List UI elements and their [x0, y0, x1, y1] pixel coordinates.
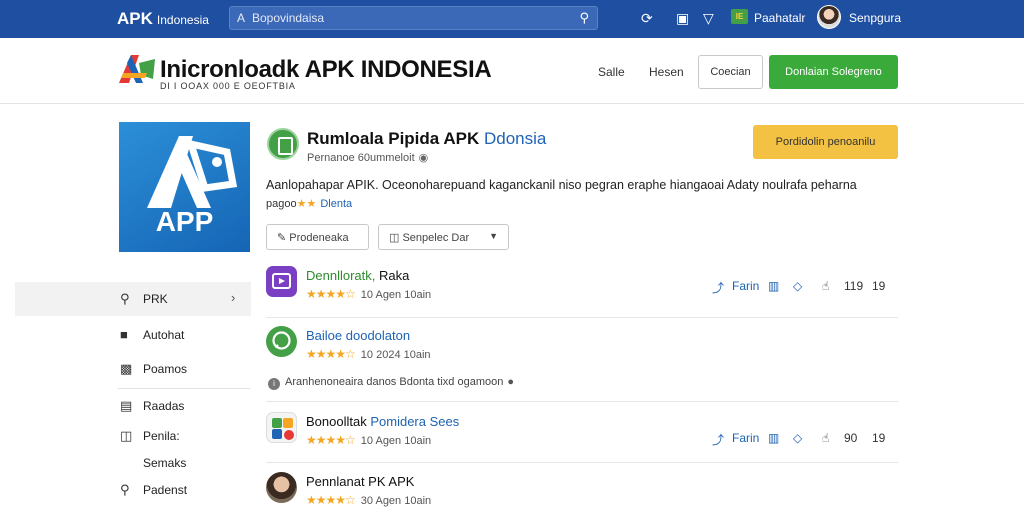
sidebar-item-poamos[interactable]: ▩ Poamos	[15, 352, 251, 386]
tag-icon[interactable]: ◇	[793, 431, 802, 445]
list-item[interactable]: Bailoe doodolaton ★★★★☆ 10 2024 10ain	[266, 326, 898, 366]
refresh-icon[interactable]: ⟳	[641, 10, 653, 27]
sidebar-item-autohat[interactable]: ■ Autohat	[15, 318, 251, 352]
app-badge-icon	[267, 128, 299, 160]
like-icon[interactable]: ☝	[822, 431, 829, 445]
inbox-icon: ▩	[120, 361, 133, 376]
list-item[interactable]: Pennlanat PK APK ★★★★☆ 30 Agen 10ain	[266, 472, 898, 512]
app-logo-icon	[147, 136, 238, 208]
brand-logo-text[interactable]: APK Indonesia	[117, 9, 209, 29]
sidebar-sub-label[interactable]: Semaks	[143, 456, 186, 470]
share-icon[interactable]: ⤴	[712, 279, 724, 296]
app-subtitle: Pernanoe 60ummeloit ◉	[307, 152, 429, 164]
top-bar: APKIndonesia A ⚲ ⟳ ▣ ▽ IE Paahatalr Senp…	[0, 0, 1024, 38]
pencil-icon: ✎	[277, 231, 287, 244]
comment-count: 19	[872, 279, 886, 293]
chart-icon[interactable]: ▥	[768, 279, 779, 293]
share-button[interactable]: ✎ Prodeneaka	[266, 224, 369, 250]
like-count: 90	[844, 431, 858, 445]
row-divider	[266, 462, 898, 463]
filter-icon: ◫	[389, 231, 400, 244]
list-item-name[interactable]: Bailoe doodolaton	[306, 328, 410, 343]
app-video-icon	[266, 266, 297, 297]
row-divider	[266, 401, 898, 402]
primary-download-button[interactable]: Donlaian Solegreno	[769, 55, 898, 89]
flag-icon[interactable]: IE	[731, 9, 748, 24]
chevron-right-icon: ›	[231, 290, 236, 305]
share-icon[interactable]: ⤴	[712, 431, 724, 448]
list-item-meta: ★★★★☆ 10 Agen 10ain	[306, 287, 432, 301]
globe-icon: ◉	[418, 152, 429, 164]
app-icon[interactable]: APP	[119, 122, 250, 252]
pin-icon: ●	[507, 376, 514, 388]
app-title: Rumloala Pipida APK Ddonsia	[307, 129, 547, 148]
list-item-meta: ★★★★☆ 10 Agen 10ain	[306, 433, 432, 447]
nav-link-sale[interactable]: Salle	[598, 65, 625, 79]
list-item-name[interactable]: Bonoolltak Pomidera Sees	[306, 414, 459, 429]
sidebar-item-prk[interactable]: ⚲ PRK ›	[15, 282, 251, 316]
list-item-name[interactable]: Pennlanat PK APK	[306, 474, 414, 489]
site-tagline: DI I OOAX 000 E OEOFTBIA	[160, 81, 296, 91]
list-item-name[interactable]: Dennlloratk, Raka	[306, 268, 409, 283]
chevron-down-icon: ▼	[489, 231, 498, 241]
briefcase-icon: ■	[120, 327, 128, 342]
list-item-meta: ★★★★☆ 10 2024 10ain	[306, 347, 431, 361]
row-action-link[interactable]: Farin	[732, 431, 759, 445]
nav-link-hesen[interactable]: Hesen	[649, 65, 684, 79]
list-item[interactable]: Dennlloratk, Raka ★★★★☆ 10 Agen 10ain ⤴ F…	[266, 266, 898, 306]
row-divider	[266, 317, 898, 318]
user-avatar[interactable]	[817, 5, 841, 29]
sidebar-item-raadas[interactable]: ▤ Raadas	[15, 389, 251, 423]
app-description: Aanlopahapar APIK. Oceonoharepuand kagan…	[266, 178, 857, 192]
user-name[interactable]: Senpgura	[849, 11, 901, 25]
search-input[interactable]	[252, 10, 572, 26]
like-icon[interactable]: ☝	[822, 279, 829, 293]
sidebar-item-penila[interactable]: ◫ Penila:	[15, 419, 251, 453]
app-rating: pagoo★★ Dlenta	[266, 198, 353, 210]
search-icon[interactable]: ⚲	[579, 10, 589, 26]
site-logo-icon[interactable]	[117, 53, 157, 85]
location-icon: A	[237, 11, 246, 25]
rating-stars: ★★★★☆	[306, 433, 356, 447]
sort-dropdown[interactable]: ◫ Senpelec Dar ▼	[378, 224, 509, 250]
rating-stars: ★★★★☆	[306, 347, 356, 361]
row-action-link[interactable]: Farin	[732, 279, 759, 293]
search-icon: ⚲	[120, 291, 130, 306]
tag-icon[interactable]: ◇	[793, 279, 802, 293]
search-icon: ⚲	[120, 482, 130, 497]
list-item-meta: ★★★★☆ 30 Agen 10ain	[306, 493, 432, 507]
list-icon: ▤	[120, 398, 133, 413]
list-item[interactable]: Bonoolltak Pomidera Sees ★★★★☆ 10 Agen 10…	[266, 412, 898, 452]
site-title: Inicronloadk APK INDONESIA	[160, 56, 492, 83]
filter-icon[interactable]: ▽	[703, 10, 714, 27]
rating-link[interactable]: Dlenta	[320, 198, 352, 210]
tag-icon: ◫	[120, 428, 133, 443]
avatar	[266, 472, 297, 503]
language-label[interactable]: Paahatalr	[754, 11, 805, 25]
chat-icon	[266, 326, 297, 357]
info-icon: i	[268, 378, 280, 390]
rating-stars: ★★	[296, 198, 317, 210]
rating-stars: ★★★★☆	[306, 493, 356, 507]
comment-count: 19	[872, 431, 886, 445]
search-bar[interactable]: A ⚲	[229, 6, 598, 30]
info-notice: i Aranhenoneaira danos Bdonta tixd ogamoo…	[268, 376, 514, 390]
download-apk-button[interactable]: Pordidolin penoanilu	[753, 125, 898, 159]
gift-icon[interactable]: ▣	[676, 10, 689, 27]
puzzle-icon	[266, 412, 297, 443]
rating-stars: ★★★★☆	[306, 287, 356, 301]
chart-icon[interactable]: ▥	[768, 431, 779, 445]
like-count: 119	[844, 279, 864, 293]
secondary-button[interactable]: Coecian	[698, 55, 763, 89]
site-header: Inicronloadk APK INDONESIA DI I OOAX 000…	[0, 38, 1024, 104]
sidebar-item-padenst[interactable]: ⚲ Padenst	[15, 473, 251, 507]
app-icon-label: APP	[155, 206, 214, 237]
